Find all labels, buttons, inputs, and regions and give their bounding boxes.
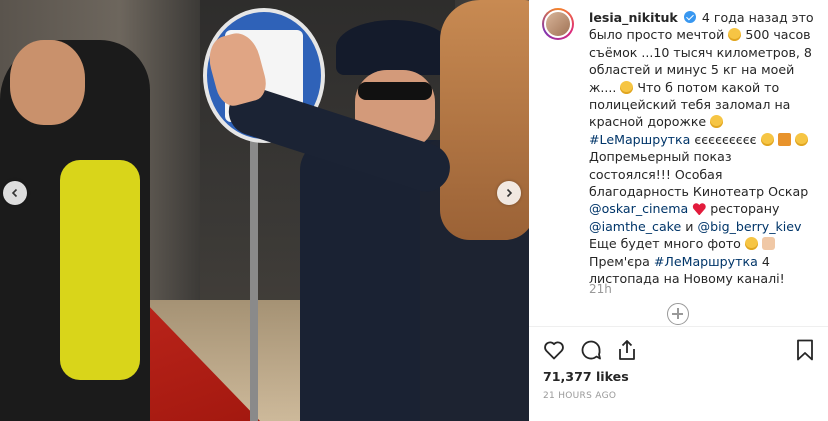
- hashtag-link[interactable]: #ЛеМаршрутка: [654, 254, 758, 269]
- caption-text: и: [685, 218, 698, 234]
- comment-button[interactable]: [577, 336, 605, 364]
- like-button[interactable]: [540, 336, 568, 364]
- caption-text: ресторану: [710, 201, 780, 217]
- bookmark-icon: [797, 339, 813, 361]
- caption-text: Допремьерный показ состоялся!!! Особая б…: [589, 149, 809, 200]
- caption-text: Еще будет много фото: [589, 236, 741, 252]
- post-timestamp[interactable]: 21 HOURS AGO: [543, 391, 616, 401]
- mention-link[interactable]: @oskar_cinema: [589, 201, 688, 216]
- photo-woman: [420, 0, 529, 421]
- hashtag-link[interactable]: #LeМаршрутка: [589, 132, 690, 147]
- post-caption: lesia_nikituk 4 года назад это было прос…: [589, 9, 817, 288]
- divider: [529, 326, 828, 327]
- comments-area[interactable]: lesia_nikituk 4 года назад это было прос…: [529, 0, 828, 325]
- laughing-emoji-icon: [620, 80, 634, 94]
- share-button[interactable]: [613, 336, 641, 364]
- chevron-right-icon: [506, 188, 513, 198]
- carousel-prev-button[interactable]: [3, 181, 27, 205]
- speech-bubble-icon: [581, 340, 601, 360]
- username-link[interactable]: lesia_nikituk: [589, 10, 678, 25]
- photo-sign-pole: [250, 120, 258, 421]
- caption-timestamp[interactable]: 21h: [589, 282, 612, 296]
- carousel-next-button[interactable]: [497, 181, 521, 205]
- post-side-panel: lesia_nikituk 4 года назад это было прос…: [529, 0, 828, 421]
- plus-circle-icon[interactable]: [667, 303, 689, 325]
- caption-text: Прем'єра: [589, 253, 654, 269]
- heart-eyes-emoji-icon: [744, 237, 758, 251]
- chevron-left-icon: [11, 188, 18, 198]
- red-heart-emoji-icon: [692, 202, 706, 215]
- share-upload-icon: [619, 340, 635, 360]
- mention-link[interactable]: @iamthe_cake: [589, 219, 681, 234]
- save-button[interactable]: [791, 336, 819, 364]
- wink-kiss-emoji-icon: [794, 132, 808, 146]
- photo-person-with-phone: [0, 40, 150, 421]
- verified-badge-icon: [683, 11, 696, 23]
- likes-count[interactable]: 71,377 likes: [543, 369, 629, 384]
- mention-link[interactable]: @big_berry_kiev: [698, 219, 802, 234]
- smile-emoji-icon: [728, 28, 742, 42]
- post-photo[interactable]: [0, 0, 529, 421]
- gift-emoji-icon: [777, 132, 791, 146]
- heart-outline-icon: [544, 341, 564, 360]
- caption-text: єєєєєєєєє: [694, 131, 757, 147]
- action-bar: [529, 334, 828, 366]
- grinning-emoji-icon: [710, 115, 724, 129]
- avatar[interactable]: [542, 8, 574, 40]
- party-emoji-icon: [760, 132, 774, 146]
- couple-emoji-icon: [761, 237, 775, 251]
